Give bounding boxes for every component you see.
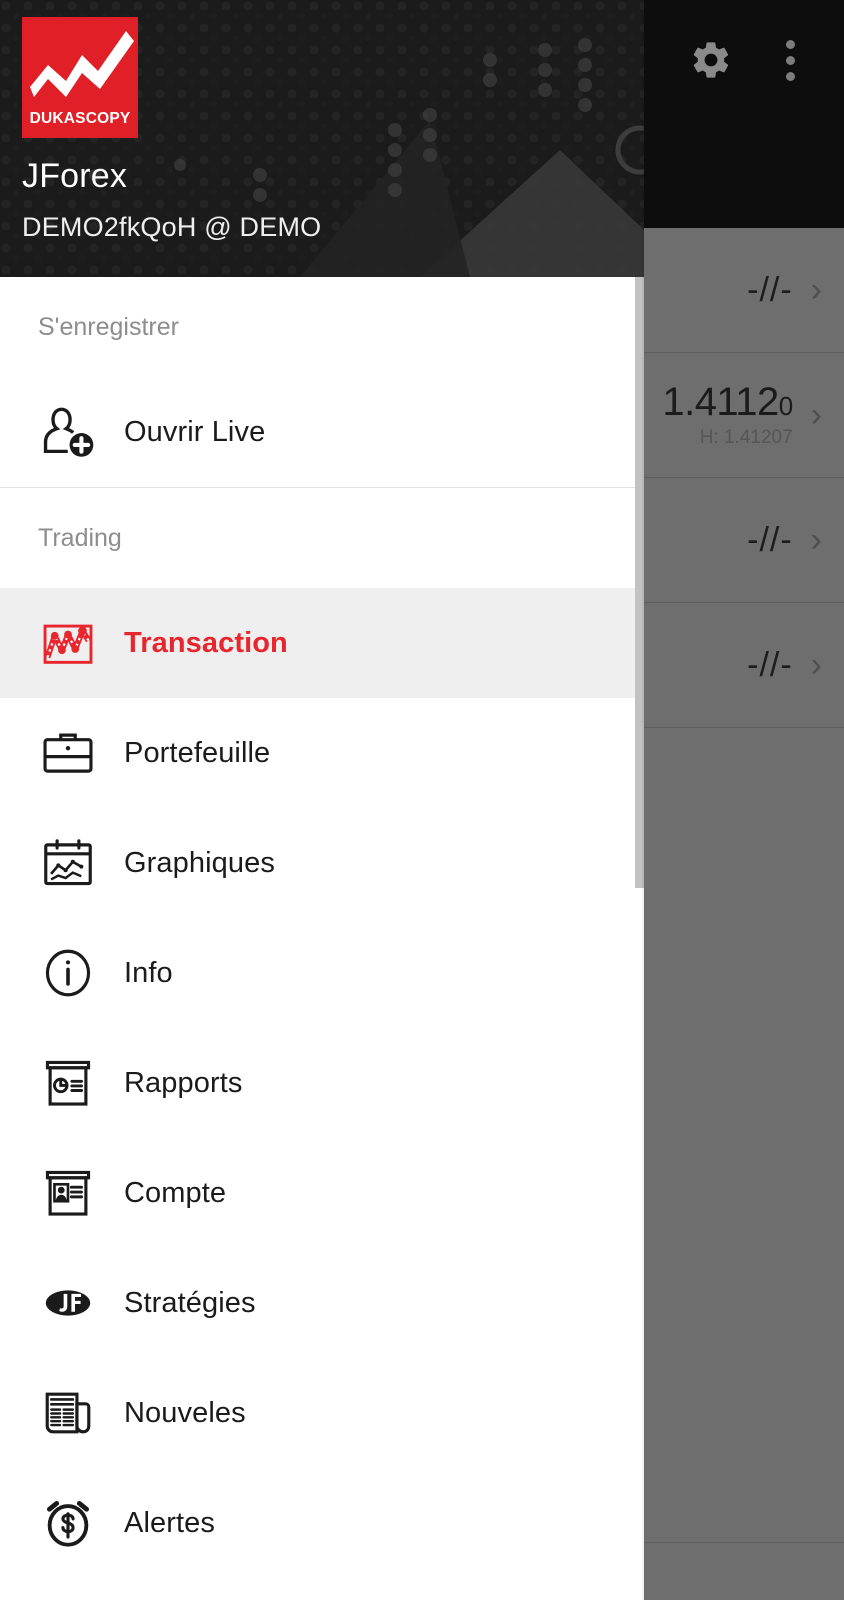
overflow-menu-icon[interactable] bbox=[786, 39, 796, 81]
instrument-price: -//- bbox=[747, 645, 793, 684]
drawer-edge-shadow bbox=[642, 0, 644, 1600]
menu-item-label: Compte bbox=[124, 1176, 227, 1209]
instrument-high: H: 1.41207 bbox=[699, 427, 793, 448]
instrument-price: 1.41120 bbox=[662, 380, 793, 424]
chevron-right-icon[interactable]: › bbox=[811, 398, 822, 432]
chevron-right-icon[interactable]: › bbox=[811, 523, 822, 557]
menu-item-graphiques[interactable]: Graphiques bbox=[0, 808, 644, 918]
menu-item-strategies[interactable]: Stratégies bbox=[0, 1248, 644, 1358]
instrument-price: -//- bbox=[747, 270, 793, 309]
app-root: -//- › 1.41120 H: 1.41207 › -//- › -//- … bbox=[0, 0, 844, 1600]
menu-item-info[interactable]: Info bbox=[0, 918, 644, 1028]
account-label: DEMO2fkQoH @ DEMO bbox=[22, 212, 322, 242]
instrument-values: -//- bbox=[747, 646, 793, 685]
chevron-right-icon[interactable]: › bbox=[811, 273, 822, 307]
menu-item-label: Stratégies bbox=[124, 1286, 256, 1319]
jf-logo-icon bbox=[30, 1274, 106, 1332]
section-header-register: S'enregistrer bbox=[38, 312, 179, 341]
menu-item-portefeuille[interactable]: Portefeuille bbox=[0, 698, 644, 808]
menu-item-label: Alertes bbox=[124, 1506, 215, 1539]
app-title: JForex bbox=[22, 157, 128, 195]
chart-red-icon bbox=[30, 614, 106, 672]
alarm-dollar-icon bbox=[30, 1494, 106, 1552]
menu-item-label: Rapports bbox=[124, 1066, 243, 1099]
gear-icon[interactable] bbox=[689, 38, 733, 82]
menu-item-nouveles[interactable]: Nouveles bbox=[0, 1358, 644, 1468]
calendar-chart-icon bbox=[30, 834, 106, 892]
menu-item-label: Transaction bbox=[124, 626, 288, 659]
overflow-dot bbox=[786, 71, 796, 81]
menu-item-rapports[interactable]: Rapports bbox=[0, 1028, 644, 1138]
drawer-header: DUKASCOPY JForex DEMO2fkQoH @ DEMO bbox=[0, 0, 644, 277]
menu-item-transaction[interactable]: Transaction bbox=[0, 588, 644, 698]
menu-item-alertes[interactable]: Alertes bbox=[0, 1468, 644, 1578]
instrument-price: -//- bbox=[747, 520, 793, 559]
briefcase-icon bbox=[30, 724, 106, 782]
instrument-price-pipette: 0 bbox=[778, 391, 793, 421]
menu-item-label: Ouvrir Live bbox=[124, 415, 266, 448]
info-circle-icon bbox=[30, 944, 106, 1002]
app-bar-actions bbox=[640, 0, 844, 120]
menu-item-label: Graphiques bbox=[124, 846, 275, 879]
user-add-icon bbox=[30, 401, 106, 463]
menu-item-label: Portefeuille bbox=[124, 736, 271, 769]
account-card-icon bbox=[30, 1164, 106, 1222]
menu-item-label: Nouveles bbox=[124, 1396, 246, 1429]
navigation-drawer: DUKASCOPY JForex DEMO2fkQoH @ DEMO S'enr… bbox=[0, 0, 644, 1600]
section-header-trading: Trading bbox=[38, 523, 122, 552]
dukascopy-wordmark: DUKASCOPY bbox=[29, 110, 131, 127]
dukascopy-logo: DUKASCOPY bbox=[22, 17, 138, 138]
instrument-values: 1.41120 H: 1.41207 bbox=[662, 380, 793, 449]
newspaper-icon bbox=[30, 1384, 106, 1442]
instrument-values: -//- bbox=[747, 521, 793, 560]
chevron-right-icon[interactable]: › bbox=[811, 648, 822, 682]
overflow-dot bbox=[786, 55, 796, 65]
menu-item-compte[interactable]: Compte bbox=[0, 1138, 644, 1248]
report-board-icon bbox=[30, 1054, 106, 1112]
instrument-values: -//- bbox=[747, 271, 793, 310]
menu-item-ouvrir-live[interactable]: Ouvrir Live bbox=[0, 377, 644, 487]
overflow-dot bbox=[786, 39, 796, 49]
menu-item-label: Info bbox=[124, 956, 173, 989]
